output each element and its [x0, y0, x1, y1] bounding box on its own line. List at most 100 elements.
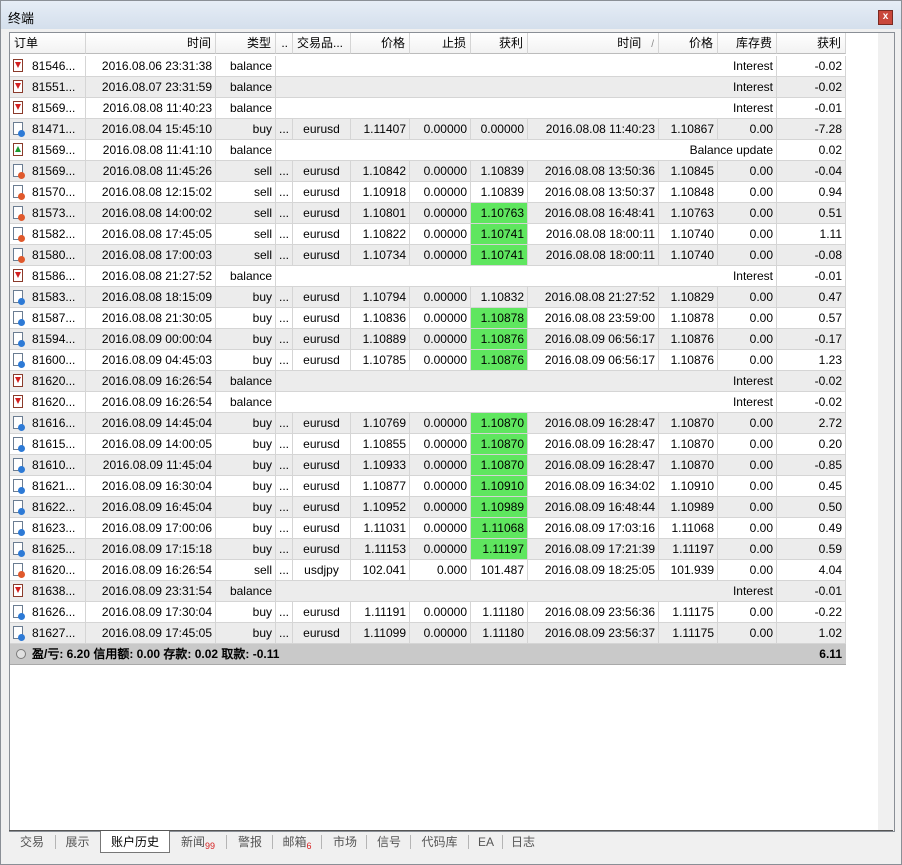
title-bar[interactable]: 终端 x	[1, 1, 901, 29]
header-col-dots[interactable]: ..	[276, 33, 293, 54]
col-type: sell	[216, 560, 276, 581]
table-row[interactable]: 81626... 2016.08.09 17:30:04 buy... eurusd 1…	[10, 602, 846, 623]
col-order: 81594...	[10, 329, 86, 350]
col-symbol: eurusd	[293, 476, 351, 497]
col-profit: -0.02	[777, 392, 846, 413]
col-sl: 0.000	[410, 560, 471, 581]
col-order: 81621...	[10, 476, 86, 497]
table-row[interactable]: 81586... 2016.08.08 21:27:52 balance Intere…	[10, 266, 846, 287]
header-col-symbol[interactable]: 交易品...	[293, 33, 351, 54]
buy-order-icon	[13, 521, 25, 536]
header-label: 订单	[14, 36, 39, 50]
buy-order-icon	[13, 626, 25, 641]
col-swap: 0.00	[718, 497, 777, 518]
tab-3[interactable]: 新闻99	[170, 831, 226, 853]
header-col-close-time[interactable]: 时间 /	[528, 33, 659, 54]
col-type: buy	[216, 476, 276, 497]
header-col-order[interactable]: 订单	[10, 33, 86, 54]
col-price: 1.10794	[351, 287, 410, 308]
col-profit: -0.17	[777, 329, 846, 350]
col-type: sell	[216, 161, 276, 182]
header-col-swap[interactable]: 库存费	[718, 33, 777, 54]
table-row[interactable]: 81573... 2016.08.08 14:00:02 sell... eurusd…	[10, 203, 846, 224]
tab-1[interactable]: 展示	[56, 831, 99, 853]
close-icon[interactable]: x	[878, 10, 893, 25]
col-type: buy	[216, 287, 276, 308]
col-swap: 0.00	[718, 476, 777, 497]
table-row[interactable]: 81569... 2016.08.08 11:40:23 balance Intere…	[10, 98, 846, 119]
sell-order-icon	[13, 206, 25, 221]
table-row[interactable]: 81594... 2016.08.09 00:00:04 buy... eurusd 1…	[10, 329, 846, 350]
table-row[interactable]: 81570... 2016.08.08 12:15:02 sell... eurusd…	[10, 182, 846, 203]
header-col-profit[interactable]: 获利	[777, 33, 846, 54]
tab-10[interactable]: 日志	[503, 831, 543, 853]
table-row[interactable]: 81621... 2016.08.09 16:30:04 buy... eurusd 1…	[10, 476, 846, 497]
table-row[interactable]: 81580... 2016.08.08 17:00:03 sell... eurusd…	[10, 245, 846, 266]
col-close-price: 1.10910	[659, 476, 718, 497]
table-row[interactable]: 81546... 2016.08.06 23:31:38 balance Intere…	[10, 56, 846, 77]
col-close-price: 1.10740	[659, 224, 718, 245]
col-time: 2016.08.09 14:45:04	[86, 413, 216, 434]
col-price: 1.10889	[351, 329, 410, 350]
tab-9[interactable]: EA	[470, 831, 502, 853]
col-time: 2016.08.06 23:31:38	[86, 56, 216, 77]
col-order: 81551...	[10, 77, 86, 98]
col-order: 81626...	[10, 602, 86, 623]
header-col-close-price[interactable]: 价格	[659, 33, 718, 54]
table-row[interactable]: 81610... 2016.08.09 11:45:04 buy... eurusd 1…	[10, 455, 846, 476]
table-row[interactable]: 81620... 2016.08.09 16:26:54 balance Intere…	[10, 392, 846, 413]
summary-row: 盈/亏: 6.20 信用额: 0.00 存款: 0.02 取款: -0.11 6…	[10, 644, 846, 665]
table-row[interactable]: 81638... 2016.08.09 23:31:54 balance Intere…	[10, 581, 846, 602]
table-row[interactable]: 81625... 2016.08.09 17:15:18 buy... eurusd 1…	[10, 539, 846, 560]
header-col-tp[interactable]: 获利	[471, 33, 528, 54]
table-row[interactable]: 81616... 2016.08.09 14:45:04 buy... eurusd 1…	[10, 413, 846, 434]
col-time: 2016.08.09 14:00:05	[86, 434, 216, 455]
col-swap: 0.00	[718, 245, 777, 266]
table-row[interactable]: 81551... 2016.08.07 23:31:59 balance Intere…	[10, 77, 846, 98]
header-label: 获利	[816, 36, 841, 50]
table-row[interactable]: 81569... 2016.08.08 11:41:10 balance Balanc…	[10, 140, 846, 161]
buy-order-icon	[13, 542, 25, 557]
tab-badge: 99	[205, 841, 216, 851]
header-col-time[interactable]: 时间	[86, 33, 216, 54]
table-row[interactable]: 81627... 2016.08.09 17:45:05 buy... eurusd 1…	[10, 623, 846, 644]
header-col-sl[interactable]: 止损	[410, 33, 471, 54]
tab-0[interactable]: 交易	[9, 831, 55, 853]
tab-5[interactable]: 邮箱6	[273, 831, 321, 853]
table-row[interactable]: 81582... 2016.08.08 17:45:05 sell... eurusd…	[10, 224, 846, 245]
sell-order-icon	[13, 185, 25, 200]
tab-2[interactable]: 账户历史	[100, 831, 170, 853]
vertical-scrollbar[interactable]	[878, 33, 894, 831]
table-row[interactable]: 81583... 2016.08.08 18:15:09 buy... eurusd 1…	[10, 287, 846, 308]
col-comment: Interest	[276, 98, 777, 119]
col-tp: 1.10878	[471, 308, 528, 329]
sort-indicator-icon: /	[651, 39, 654, 50]
tab-6[interactable]: 市场	[324, 831, 366, 853]
sell-order-icon	[13, 164, 25, 179]
table-row[interactable]: 81615... 2016.08.09 14:00:05 buy... eurusd 1…	[10, 434, 846, 455]
tab-7[interactable]: 信号	[368, 831, 410, 853]
table-row[interactable]: 81623... 2016.08.09 17:00:06 buy... eurusd 1…	[10, 518, 846, 539]
table-row[interactable]: 81620... 2016.08.09 16:26:54 balance Intere…	[10, 371, 846, 392]
tab-8[interactable]: 代码库	[411, 831, 468, 853]
col-close-time: 2016.08.09 17:21:39	[528, 539, 659, 560]
col-tp: 1.11197	[471, 539, 528, 560]
table-row[interactable]: 81600... 2016.08.09 04:45:03 buy... eurusd 1…	[10, 350, 846, 371]
table-row[interactable]: 81569... 2016.08.08 11:45:26 sell... eurusd…	[10, 161, 846, 182]
table-row[interactable]: 81622... 2016.08.09 16:45:04 buy... eurusd 1…	[10, 497, 846, 518]
col-close-time: 2016.08.09 16:28:47	[528, 455, 659, 476]
summary-total: 6.11	[819, 647, 842, 661]
table-row[interactable]: 81620... 2016.08.09 16:26:54 sell... usdjpy…	[10, 560, 846, 581]
table-row[interactable]: 81587... 2016.08.08 21:30:05 buy... eurusd 1…	[10, 308, 846, 329]
col-swap: 0.00	[718, 539, 777, 560]
header-col-price[interactable]: 价格	[351, 33, 410, 54]
col-symbol: eurusd	[293, 434, 351, 455]
col-sl: 0.00000	[410, 329, 471, 350]
table-row[interactable]: 81471... 2016.08.04 15:45:10 buy... eurusd 1…	[10, 119, 846, 140]
col-time: 2016.08.09 17:45:05	[86, 623, 216, 644]
col-type: buy	[216, 329, 276, 350]
header-col-type[interactable]: 类型	[216, 33, 276, 54]
buy-order-icon	[13, 437, 25, 452]
tab-4[interactable]: 警报	[228, 831, 272, 853]
col-tp: 1.11180	[471, 602, 528, 623]
